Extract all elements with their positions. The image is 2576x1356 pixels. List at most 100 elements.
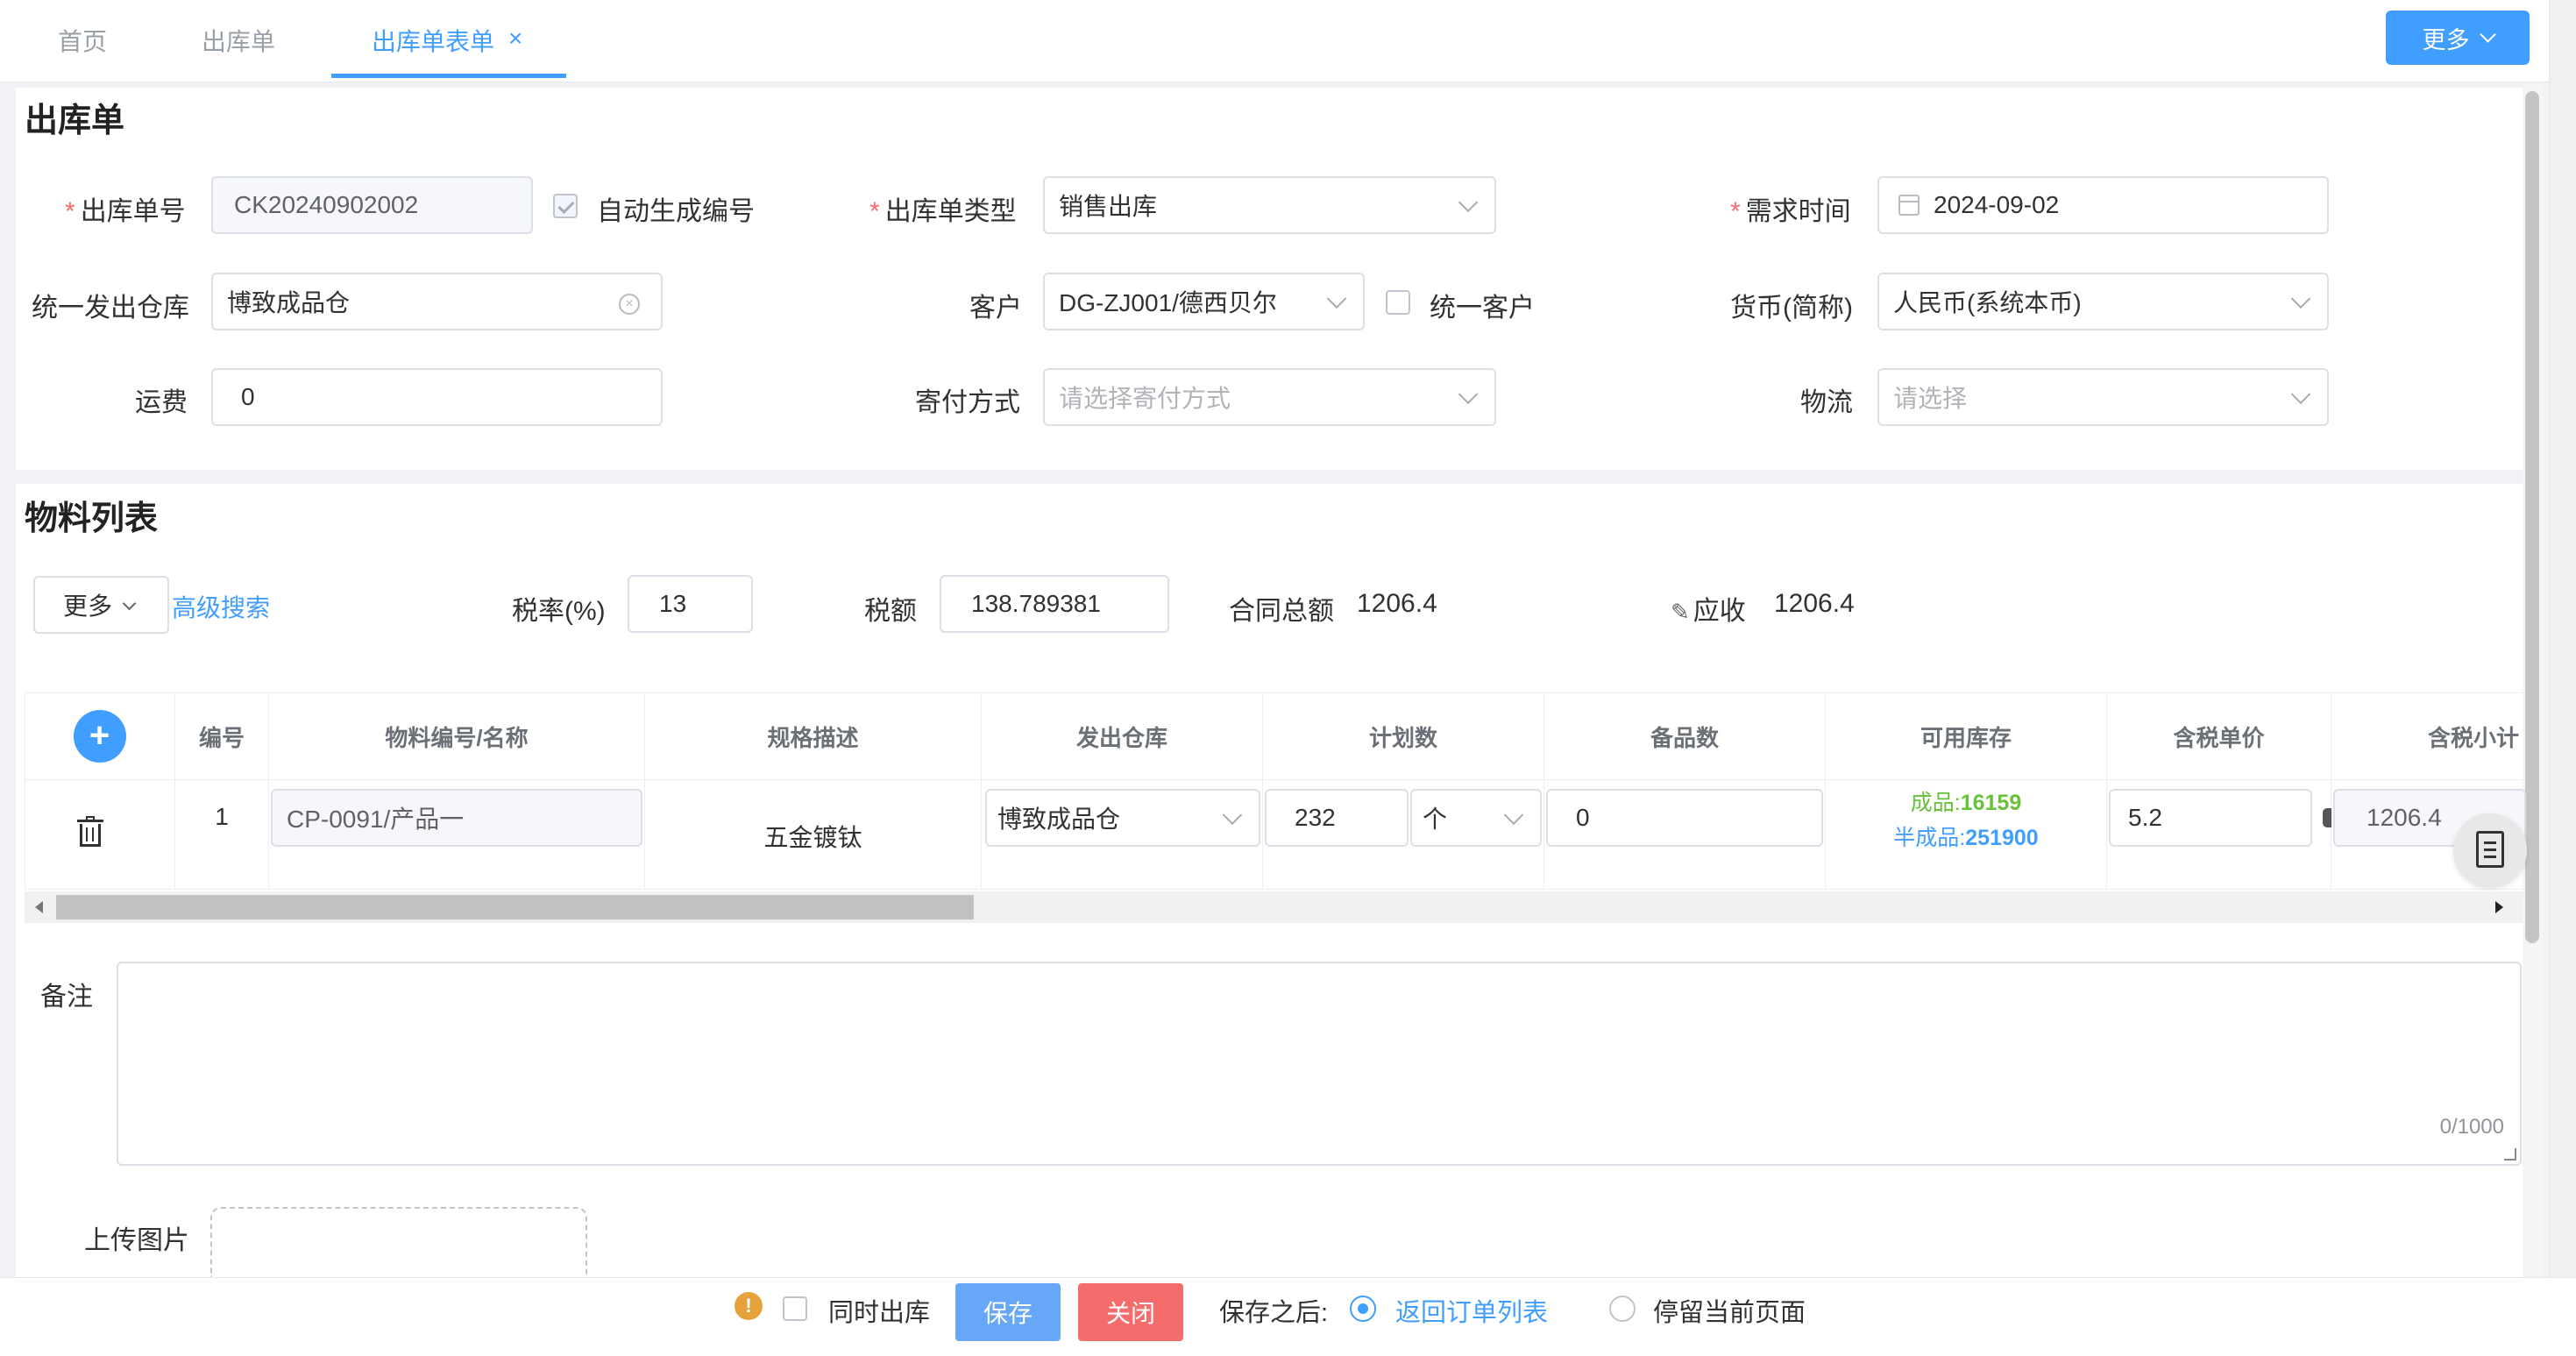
tax-value: 138.789381: [971, 590, 1101, 617]
column-header-subtotal: 含税小计: [2427, 724, 2519, 751]
table-horizontal-scrollbar[interactable]: [25, 891, 2523, 923]
resize-handle-icon[interactable]: [2504, 1148, 2516, 1161]
more-button[interactable]: 更多: [2386, 11, 2530, 65]
warning-icon[interactable]: !: [734, 1292, 763, 1320]
contract-total-label: 合同总额: [1229, 597, 1334, 626]
row-unit-price-cell: 5.2: [2107, 780, 2331, 890]
close-tab-icon[interactable]: ×: [508, 25, 522, 53]
sync-outbound-label: 同时出库: [828, 1299, 931, 1327]
scroll-right-arrow-icon[interactable]: [2495, 901, 2503, 913]
page-scrollbar-thumb[interactable]: [2525, 91, 2539, 943]
document-icon: [2476, 831, 2504, 868]
tab-home[interactable]: 首页: [58, 23, 107, 58]
shipping-label: 寄付方式: [915, 388, 1020, 417]
page-title: 出库单: [25, 103, 125, 139]
unify-customer-checkbox[interactable]: [1386, 290, 1410, 315]
row-actions-cell: [25, 780, 175, 890]
remark-label: 备注: [40, 983, 93, 1012]
chevron-down-icon: [1458, 384, 1479, 405]
tax-rate-input[interactable]: 13: [628, 575, 753, 633]
footer-bar: ! 同时出库 保存 关闭 保存之后: 返回订单列表 停留当前页面: [0, 1277, 2576, 1356]
plan-qty-value: 232: [1295, 804, 1336, 831]
materials-more-button[interactable]: 更多: [33, 576, 169, 634]
currency-value: 人民币(系统本币): [1893, 289, 2082, 316]
chevron-down-icon: [122, 596, 137, 611]
row-spec-cell: 五金镀钛: [645, 780, 982, 890]
chevron-down-icon: [2290, 384, 2311, 405]
type-label-text: 出库单类型: [884, 197, 1017, 226]
tab-outbound-form-label: 出库单表单: [372, 28, 495, 55]
column-header-material: 物料编号/名称: [269, 692, 645, 780]
warehouse-select[interactable]: 博致成品仓 ×: [211, 273, 663, 330]
receivable-label: ✎ 应收: [1671, 589, 1746, 628]
unify-customer-label: 统一客户: [1430, 294, 1535, 323]
info-dot-icon: [2323, 808, 2331, 827]
plan-qty-input[interactable]: 232: [1265, 789, 1409, 847]
customer-select[interactable]: DG-ZJ001/德西贝尔: [1043, 273, 1365, 330]
return-list-label[interactable]: 返回订单列表: [1395, 1292, 1548, 1329]
more-button-label: 更多: [2422, 26, 2470, 53]
page-scrollbar[interactable]: [2522, 84, 2543, 1276]
material-input[interactable]: CP-0091/产品一: [271, 789, 642, 847]
stock-finished-value: 16159: [1960, 791, 2022, 815]
type-select[interactable]: 销售出库: [1043, 176, 1496, 234]
logistics-label: 物流: [1800, 388, 1853, 417]
contract-total-value: 1206.4: [1357, 589, 1437, 618]
customer-value: DG-ZJ001/德西贝尔: [1059, 289, 1277, 316]
chevron-down-icon: [1222, 805, 1243, 826]
logistics-select[interactable]: 请选择: [1877, 368, 2329, 426]
table-scrollbar-thumb[interactable]: [56, 895, 974, 919]
freight-input[interactable]: 0: [211, 368, 663, 426]
sync-outbound-checkbox[interactable]: [783, 1296, 807, 1321]
logistics-placeholder: 请选择: [1893, 385, 1968, 412]
row-plan-qty-cell: 232 个: [1263, 780, 1544, 890]
clear-circle-icon[interactable]: ×: [619, 294, 640, 315]
close-button[interactable]: 关闭: [1078, 1283, 1183, 1341]
stock-semi-value: 251900: [1965, 826, 2039, 850]
window-scrollbar[interactable]: [2549, 0, 2576, 1356]
return-list-radio[interactable]: [1350, 1296, 1376, 1322]
remark-textarea[interactable]: 0/1000: [117, 962, 2522, 1166]
materials-more-label: 更多: [63, 593, 113, 620]
stay-page-label[interactable]: 停留当前页面: [1653, 1292, 1806, 1329]
unit-select[interactable]: 个: [1410, 789, 1542, 847]
active-tab-indicator: [331, 74, 566, 78]
shipping-select[interactable]: 请选择寄付方式: [1043, 368, 1496, 426]
order-no-value: CK20240902002: [234, 191, 419, 218]
row-warehouse-value: 博致成品仓: [997, 806, 1121, 833]
tab-outbound-list[interactable]: 出库单: [202, 23, 275, 58]
column-header-unit-price: 含税单价: [2107, 692, 2331, 780]
currency-select[interactable]: 人民币(系统本币): [1877, 273, 2329, 330]
chevron-down-icon: [1326, 288, 1347, 309]
unit-value: 个: [1423, 806, 1448, 833]
order-no-input[interactable]: CK20240902002: [211, 176, 533, 234]
date-label-text: 需求时间: [1745, 197, 1851, 226]
unit-price-value: 5.2: [2128, 804, 2162, 831]
chevron-down-icon: [2479, 25, 2496, 43]
tax-input[interactable]: 138.789381: [940, 575, 1169, 633]
chevron-down-icon: [1458, 192, 1479, 213]
stay-page-radio[interactable]: [1609, 1296, 1636, 1322]
tab-bar: 首页 出库单 出库单表单 × 更多: [0, 0, 2576, 82]
unit-price-input[interactable]: 5.2: [2109, 789, 2312, 847]
tab-outbound-form[interactable]: 出库单表单: [372, 23, 494, 58]
document-float-button[interactable]: [2453, 813, 2527, 887]
remark-counter: 0/1000: [2439, 1115, 2504, 1139]
date-value: 2024-09-02: [1934, 191, 2060, 218]
auto-generate-checkbox[interactable]: [553, 194, 578, 218]
advanced-search-link[interactable]: 高级搜索: [172, 589, 270, 624]
add-row-button[interactable]: +: [73, 710, 126, 763]
image-upload-area[interactable]: [210, 1207, 587, 1277]
spec-value: 五金镀钛: [763, 824, 862, 851]
column-header-spare-qty: 备品数: [1544, 692, 1826, 780]
receivable-value: 1206.4: [1774, 589, 1855, 618]
save-button[interactable]: 保存: [955, 1283, 1061, 1341]
column-header-stock: 可用库存: [1826, 692, 2107, 780]
scroll-left-arrow-icon[interactable]: [35, 901, 43, 913]
edit-pen-icon[interactable]: ✎: [1671, 599, 1690, 626]
trash-icon[interactable]: [77, 816, 103, 848]
row-spare-qty-cell: 0: [1544, 780, 1826, 890]
date-picker[interactable]: 2024-09-02: [1877, 176, 2329, 234]
spare-qty-input[interactable]: 0: [1546, 789, 1823, 847]
row-warehouse-select[interactable]: 博致成品仓: [985, 789, 1260, 847]
